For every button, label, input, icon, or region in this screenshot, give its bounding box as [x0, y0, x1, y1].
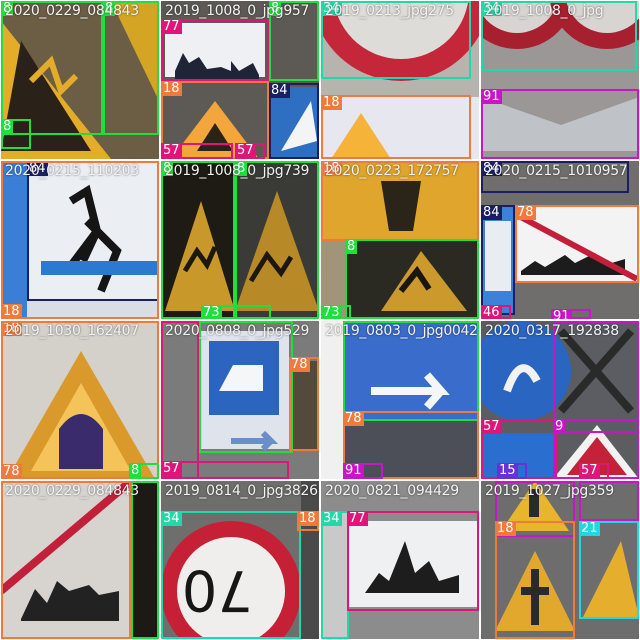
tile-filename: 2020_0229_084843: [5, 483, 139, 499]
detection-box: [161, 321, 199, 479]
detection-box: [321, 511, 349, 639]
tile-filename: 2020_0215_1010957: [485, 163, 628, 179]
class-label: 8: [1, 119, 14, 134]
detection-box: [235, 161, 319, 319]
image-tile: 77 8 18 84 57 57 2019_1008_0_jpg957: [161, 1, 319, 159]
image-tile: 18 78 8 2019_1030_162407: [1, 321, 159, 479]
tile-filename: 2019_1030_162407: [5, 323, 139, 339]
tile-filename: 2019_1008_0_jpg739: [165, 163, 310, 179]
class-label: 78: [343, 411, 364, 426]
class-label: 77: [161, 19, 182, 34]
tile-filename: 2020_0317_192838: [485, 323, 619, 339]
class-label: 18: [1, 304, 22, 319]
detection-box: [1, 161, 159, 319]
detection-box: [481, 89, 639, 159]
tile-filename: 2019_0213_jpg275: [325, 3, 454, 19]
class-label: 18: [495, 521, 516, 536]
detection-box: [321, 95, 471, 159]
detection-box: [199, 321, 293, 453]
detection-box: [161, 511, 301, 639]
image-tile: 8 8 73 2019_1008_0_jpg739: [161, 161, 319, 319]
class-label: 73: [201, 305, 222, 319]
image-tile: 2020_0229_084843: [1, 481, 159, 639]
detection-box: [347, 511, 479, 611]
tile-filename: 2020_0215_110203: [5, 163, 139, 179]
class-label: 57: [161, 143, 182, 158]
detection-box: [1, 1, 103, 135]
detection-box: [1, 481, 131, 639]
detection-box: [131, 481, 159, 639]
class-label: 18: [321, 95, 342, 110]
tile-filename: 2019_1027_jpg359: [485, 483, 614, 499]
detection-box: [345, 239, 479, 319]
class-label: 84: [481, 205, 502, 220]
detection-box: [1, 321, 159, 479]
tile-filename: 2020_0821_094429: [325, 483, 459, 499]
tile-filename: 2019_1008_0_jpg: [485, 3, 604, 19]
class-label: 46: [481, 305, 502, 319]
tile-filename: 2019_0814_0_jpg3826: [165, 483, 318, 499]
class-label: 18: [161, 81, 182, 96]
class-label: 8: [129, 463, 142, 478]
class-label: 77: [347, 511, 368, 526]
class-label: 78: [1, 464, 22, 479]
detection-box: [161, 161, 235, 319]
class-label: 91: [551, 309, 572, 319]
class-label: 78: [289, 357, 310, 372]
tile-filename: 2019_0803_0_jpg0042: [325, 323, 478, 339]
image-tile: 34 91 2019_1008_0_jpg: [481, 1, 639, 159]
class-label: 91: [481, 89, 502, 104]
class-label: 57: [161, 461, 182, 476]
class-label: 34: [161, 511, 182, 526]
image-tile: 78 91 2019_0803_0_jpg0042: [321, 321, 479, 479]
image-tile: 84 18 2020_0215_110203: [1, 161, 159, 319]
image-tile: 84 84 78 46 91 2020_0215_1010957: [481, 161, 639, 319]
class-label: 73: [321, 305, 342, 319]
detection-box: [481, 205, 515, 315]
detection-box: [495, 521, 575, 639]
image-tile: 7778572020_0808_0_jpg529: [161, 321, 319, 479]
class-label: 57: [235, 143, 256, 158]
tile-filename: 2019_1008_0_jpg957: [165, 3, 310, 19]
augmented-image-mosaic: 8 8 8 2020_0229_084843 77 8 18 84 57 57 2019_1008_…: [0, 0, 640, 640]
class-label: 8: [345, 239, 358, 254]
class-label: 57: [481, 419, 502, 434]
image-tile: 34 77 2020_0821_094429: [321, 481, 479, 639]
tile-filename: 2020_0808_0_jpg529: [165, 323, 310, 339]
class-label: 18: [297, 511, 318, 526]
image-tile: 34 18 2019_0213_jpg275: [321, 1, 479, 159]
image-tile: 18 21 2019_1027_jpg359: [481, 481, 639, 639]
class-label: 91: [343, 463, 364, 478]
class-label: 15: [497, 463, 518, 478]
image-tile: 8 8 8 2020_0229_084843: [1, 1, 159, 159]
class-label: 84: [269, 83, 290, 98]
class-label: 9: [553, 419, 566, 434]
image-tile: 18 8 73 2020_0223_172757: [321, 161, 479, 319]
image-tile: 57 9 15 57 2020_0317_192838: [481, 321, 639, 479]
tile-filename: 2020_0229_084843: [5, 3, 139, 19]
detection-box: [103, 1, 159, 135]
image-tile: 70 34 18 2019_0814_0_jpg3826: [161, 481, 319, 639]
class-label: 57: [579, 463, 600, 478]
class-label: 78: [515, 205, 536, 220]
class-label: 21: [579, 521, 600, 536]
tile-filename: 2020_0223_172757: [325, 163, 459, 179]
class-label: 34: [321, 511, 342, 526]
